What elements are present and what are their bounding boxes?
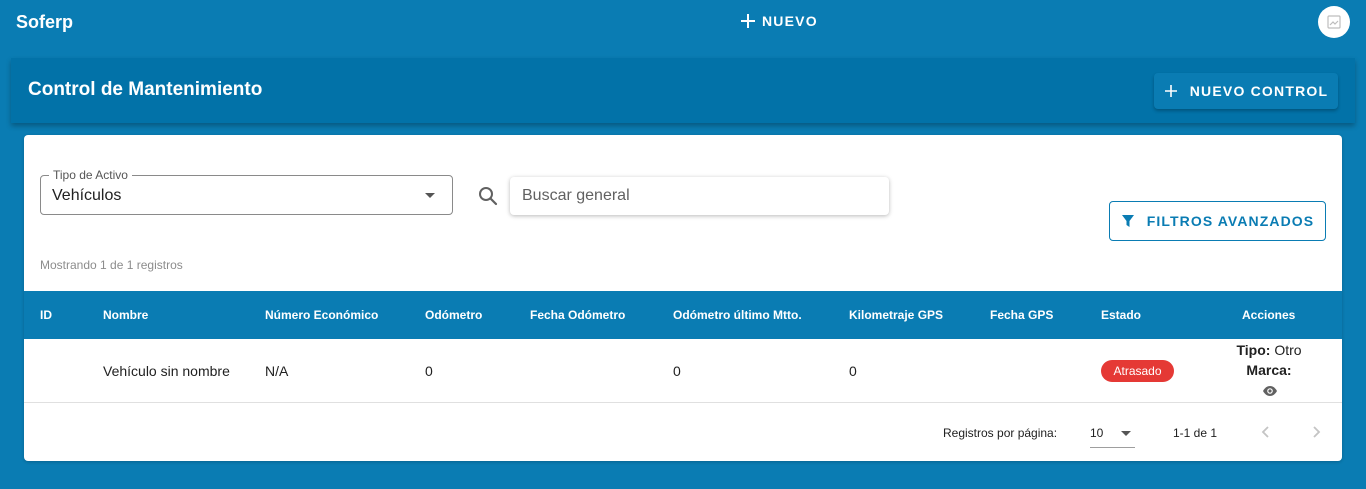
pagination-range: 1-1 de 1	[1173, 426, 1218, 440]
caret-down-icon	[425, 193, 435, 198]
cell-nombre: Vehículo sin nombre	[103, 363, 230, 379]
new-button[interactable]: NUEVO	[740, 13, 818, 29]
actions-marca-label: Marca:	[1246, 362, 1292, 378]
column-header-id[interactable]: ID	[40, 308, 52, 322]
column-header-numero-economico[interactable]: Número Económico	[265, 308, 378, 322]
column-header-estado[interactable]: Estado	[1101, 308, 1141, 322]
rows-per-page-select[interactable]: 10	[1090, 421, 1135, 448]
column-header-acciones: Acciones	[1242, 308, 1296, 322]
column-header-odometro[interactable]: Odómetro	[425, 308, 482, 322]
page-title: Control de Mantenimiento	[28, 79, 263, 100]
column-header-fecha-odometro[interactable]: Fecha Odómetro	[530, 308, 625, 322]
broken-image-icon	[1327, 15, 1341, 29]
records-info: Mostrando 1 de 1 registros	[40, 258, 183, 272]
status-badge: Atrasado	[1101, 360, 1174, 382]
eye-icon[interactable]	[1262, 383, 1278, 399]
chevron-left-icon[interactable]	[1257, 423, 1275, 441]
actions-tipo: Tipo: Otro	[1224, 340, 1314, 360]
search-input[interactable]	[510, 177, 889, 215]
chevron-right-icon[interactable]	[1307, 423, 1325, 441]
column-header-fecha-gps[interactable]: Fecha GPS	[990, 308, 1053, 322]
table-row[interactable]: Vehículo sin nombre N/A 0 0 0 Atrasado T…	[24, 339, 1342, 403]
asset-type-value: Vehículos	[52, 187, 122, 204]
table-header: ID Nombre Número Económico Odómetro Fech…	[24, 291, 1342, 339]
plus-icon	[1164, 85, 1177, 97]
advanced-filters-label: FILTROS AVANZADOS	[1146, 213, 1315, 229]
avatar[interactable]	[1318, 6, 1350, 38]
cell-kilometraje-gps: 0	[849, 363, 857, 379]
advanced-filters-button[interactable]: FILTROS AVANZADOS	[1109, 201, 1326, 241]
actions-marca: Marca:	[1224, 360, 1314, 380]
plus-icon	[741, 14, 755, 28]
actions-tipo-label: Tipo:	[1236, 342, 1271, 358]
cell-numero-economico: N/A	[265, 363, 289, 379]
app-bar: Soferp NUEVO	[0, 0, 1366, 46]
actions-tipo-value: Otro	[1274, 342, 1302, 358]
asset-type-select[interactable]: Tipo de Activo Vehículos	[40, 168, 453, 215]
rows-per-page-value: 10	[1090, 426, 1104, 440]
maintenance-table-card: Tipo de Activo Vehículos FILTROS AVANZAD…	[24, 135, 1342, 461]
cell-odometro: 0	[425, 363, 433, 379]
new-control-label: NUEVO CONTROL	[1189, 83, 1329, 99]
new-button-label: NUEVO	[762, 13, 818, 29]
caret-down-icon	[1121, 431, 1131, 436]
new-control-button[interactable]: NUEVO CONTROL	[1154, 73, 1338, 109]
page-header: Control de Mantenimiento NUEVO CONTROL	[11, 58, 1355, 123]
rows-per-page-label: Registros por página:	[943, 426, 1058, 440]
column-header-nombre[interactable]: Nombre	[103, 308, 148, 322]
brand-logo[interactable]: Soferp	[16, 12, 73, 33]
cell-odometro-ultimo-mtto: 0	[673, 363, 681, 379]
filter-icon	[1121, 215, 1134, 227]
column-header-odometro-ultimo-mtto[interactable]: Odómetro último Mtto.	[673, 308, 802, 322]
column-header-kilometraje-gps[interactable]: Kilometraje GPS	[849, 308, 943, 322]
asset-type-label: Tipo de Activo	[49, 168, 132, 182]
search-icon[interactable]	[477, 185, 499, 207]
